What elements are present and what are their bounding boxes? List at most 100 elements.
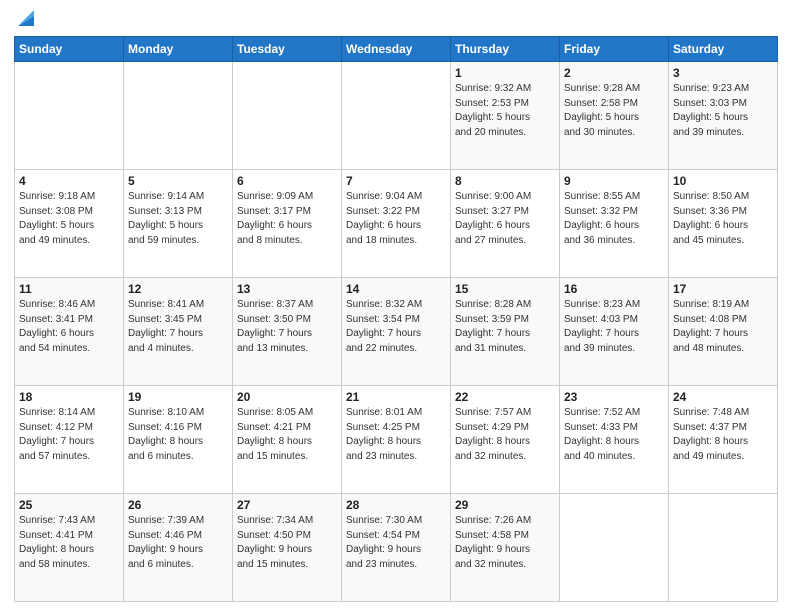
calendar-cell: 5 Sunrise: 9:14 AMSunset: 3:13 PMDaylight… bbox=[124, 170, 233, 278]
day-detail: Sunrise: 7:39 AMSunset: 4:46 PMDaylight:… bbox=[128, 514, 228, 572]
calendar-cell: 16 Sunrise: 8:23 AMSunset: 4:03 PMDayligh… bbox=[560, 278, 669, 386]
calendar-cell: 6 Sunrise: 9:09 AMSunset: 3:17 PMDaylight… bbox=[233, 170, 342, 278]
day-detail: Sunrise: 8:46 AMSunset: 3:41 PMDaylight:… bbox=[19, 298, 119, 356]
calendar-week-row: 18 Sunrise: 8:14 AMSunset: 4:12 PMDayligh… bbox=[15, 386, 778, 494]
calendar-cell bbox=[560, 494, 669, 602]
day-number: 13 bbox=[237, 282, 337, 296]
day-of-week-header: Sunday bbox=[15, 37, 124, 62]
day-of-week-header: Tuesday bbox=[233, 37, 342, 62]
calendar-cell: 20Sunrise: 8:05 AMSunset: 4:21 PMDayligh… bbox=[233, 386, 342, 494]
calendar-cell: 10Sunrise: 8:50 AMSunset: 3:36 PMDayligh… bbox=[669, 170, 778, 278]
day-detail: Sunrise: 7:52 AMSunset: 4:33 PMDaylight:… bbox=[564, 406, 664, 464]
calendar-cell: 3 Sunrise: 9:23 AMSunset: 3:03 PMDaylight… bbox=[669, 62, 778, 170]
day-number: 8 bbox=[455, 174, 555, 188]
calendar-body: 1 Sunrise: 9:32 AMSunset: 2:53 PMDaylight… bbox=[15, 62, 778, 602]
day-number: 7 bbox=[346, 174, 446, 188]
calendar-cell: 28 Sunrise: 7:30 AMSunset: 4:54 PMDayligh… bbox=[342, 494, 451, 602]
day-detail: Sunrise: 8:50 AMSunset: 3:36 PMDaylight:… bbox=[673, 190, 773, 248]
calendar-cell: 21 Sunrise: 8:01 AMSunset: 4:25 PMDayligh… bbox=[342, 386, 451, 494]
day-number: 1 bbox=[455, 66, 555, 80]
day-detail: Sunrise: 8:37 AMSunset: 3:50 PMDaylight:… bbox=[237, 298, 337, 356]
day-number: 5 bbox=[128, 174, 228, 188]
day-detail: Sunrise: 9:28 AMSunset: 2:58 PMDaylight:… bbox=[564, 82, 664, 140]
calendar-cell: 15Sunrise: 8:28 AMSunset: 3:59 PMDayligh… bbox=[451, 278, 560, 386]
calendar-week-row: 11 Sunrise: 8:46 AMSunset: 3:41 PMDayligh… bbox=[15, 278, 778, 386]
day-of-week-header: Friday bbox=[560, 37, 669, 62]
day-detail: Sunrise: 9:09 AMSunset: 3:17 PMDaylight:… bbox=[237, 190, 337, 248]
day-number: 24 bbox=[673, 390, 773, 404]
day-number: 26 bbox=[128, 498, 228, 512]
day-detail: Sunrise: 9:23 AMSunset: 3:03 PMDaylight:… bbox=[673, 82, 773, 140]
day-number: 2 bbox=[564, 66, 664, 80]
day-number: 6 bbox=[237, 174, 337, 188]
day-detail: Sunrise: 7:48 AMSunset: 4:37 PMDaylight:… bbox=[673, 406, 773, 464]
calendar-cell: 9 Sunrise: 8:55 AMSunset: 3:32 PMDaylight… bbox=[560, 170, 669, 278]
day-detail: Sunrise: 7:26 AMSunset: 4:58 PMDaylight:… bbox=[455, 514, 555, 572]
day-number: 28 bbox=[346, 498, 446, 512]
calendar-cell: 12 Sunrise: 8:41 AMSunset: 3:45 PMDayligh… bbox=[124, 278, 233, 386]
day-number: 16 bbox=[564, 282, 664, 296]
calendar-header: SundayMondayTuesdayWednesdayThursdayFrid… bbox=[15, 37, 778, 62]
calendar-cell: 13 Sunrise: 8:37 AMSunset: 3:50 PMDayligh… bbox=[233, 278, 342, 386]
page: SundayMondayTuesdayWednesdayThursdayFrid… bbox=[0, 0, 792, 612]
day-detail: Sunrise: 7:57 AMSunset: 4:29 PMDaylight:… bbox=[455, 406, 555, 464]
day-detail: Sunrise: 8:01 AMSunset: 4:25 PMDaylight:… bbox=[346, 406, 446, 464]
calendar-cell: 19 Sunrise: 8:10 AMSunset: 4:16 PMDayligh… bbox=[124, 386, 233, 494]
day-number: 11 bbox=[19, 282, 119, 296]
day-number: 17 bbox=[673, 282, 773, 296]
calendar-cell: 25Sunrise: 7:43 AMSunset: 4:41 PMDayligh… bbox=[15, 494, 124, 602]
day-detail: Sunrise: 8:23 AMSunset: 4:03 PMDaylight:… bbox=[564, 298, 664, 356]
calendar-week-row: 1 Sunrise: 9:32 AMSunset: 2:53 PMDaylight… bbox=[15, 62, 778, 170]
day-detail: Sunrise: 9:14 AMSunset: 3:13 PMDaylight:… bbox=[128, 190, 228, 248]
day-of-week-header: Saturday bbox=[669, 37, 778, 62]
day-number: 23 bbox=[564, 390, 664, 404]
calendar-cell: 27 Sunrise: 7:34 AMSunset: 4:50 PMDayligh… bbox=[233, 494, 342, 602]
calendar-week-row: 4Sunrise: 9:18 AMSunset: 3:08 PMDaylight… bbox=[15, 170, 778, 278]
calendar-cell bbox=[233, 62, 342, 170]
day-header-row: SundayMondayTuesdayWednesdayThursdayFrid… bbox=[15, 37, 778, 62]
calendar-cell: 22 Sunrise: 7:57 AMSunset: 4:29 PMDayligh… bbox=[451, 386, 560, 494]
day-number: 25 bbox=[19, 498, 119, 512]
day-detail: Sunrise: 8:10 AMSunset: 4:16 PMDaylight:… bbox=[128, 406, 228, 464]
day-detail: Sunrise: 8:41 AMSunset: 3:45 PMDaylight:… bbox=[128, 298, 228, 356]
calendar-cell: 4Sunrise: 9:18 AMSunset: 3:08 PMDaylight… bbox=[15, 170, 124, 278]
calendar-cell: 7 Sunrise: 9:04 AMSunset: 3:22 PMDaylight… bbox=[342, 170, 451, 278]
day-detail: Sunrise: 8:32 AMSunset: 3:54 PMDaylight:… bbox=[346, 298, 446, 356]
day-detail: Sunrise: 9:04 AMSunset: 3:22 PMDaylight:… bbox=[346, 190, 446, 248]
calendar-cell: 2 Sunrise: 9:28 AMSunset: 2:58 PMDaylight… bbox=[560, 62, 669, 170]
day-number: 4 bbox=[19, 174, 119, 188]
calendar-cell: 1 Sunrise: 9:32 AMSunset: 2:53 PMDaylight… bbox=[451, 62, 560, 170]
day-of-week-header: Thursday bbox=[451, 37, 560, 62]
calendar-cell: 8 Sunrise: 9:00 AMSunset: 3:27 PMDaylight… bbox=[451, 170, 560, 278]
calendar-cell: 14 Sunrise: 8:32 AMSunset: 3:54 PMDayligh… bbox=[342, 278, 451, 386]
calendar-table: SundayMondayTuesdayWednesdayThursdayFrid… bbox=[14, 36, 778, 602]
calendar-cell: 24 Sunrise: 7:48 AMSunset: 4:37 PMDayligh… bbox=[669, 386, 778, 494]
day-number: 27 bbox=[237, 498, 337, 512]
day-detail: Sunrise: 8:14 AMSunset: 4:12 PMDaylight:… bbox=[19, 406, 119, 464]
day-detail: Sunrise: 9:00 AMSunset: 3:27 PMDaylight:… bbox=[455, 190, 555, 248]
day-number: 21 bbox=[346, 390, 446, 404]
day-number: 19 bbox=[128, 390, 228, 404]
logo-icon bbox=[16, 8, 36, 28]
day-number: 9 bbox=[564, 174, 664, 188]
day-detail: Sunrise: 7:30 AMSunset: 4:54 PMDaylight:… bbox=[346, 514, 446, 572]
day-of-week-header: Wednesday bbox=[342, 37, 451, 62]
logo bbox=[14, 14, 36, 28]
calendar-cell bbox=[342, 62, 451, 170]
calendar-cell bbox=[15, 62, 124, 170]
calendar-cell: 17Sunrise: 8:19 AMSunset: 4:08 PMDayligh… bbox=[669, 278, 778, 386]
day-number: 14 bbox=[346, 282, 446, 296]
day-number: 12 bbox=[128, 282, 228, 296]
day-detail: Sunrise: 9:32 AMSunset: 2:53 PMDaylight:… bbox=[455, 82, 555, 140]
day-detail: Sunrise: 8:55 AMSunset: 3:32 PMDaylight:… bbox=[564, 190, 664, 248]
calendar-cell: 26 Sunrise: 7:39 AMSunset: 4:46 PMDayligh… bbox=[124, 494, 233, 602]
calendar-cell: 11 Sunrise: 8:46 AMSunset: 3:41 PMDayligh… bbox=[15, 278, 124, 386]
day-number: 3 bbox=[673, 66, 773, 80]
day-detail: Sunrise: 7:34 AMSunset: 4:50 PMDaylight:… bbox=[237, 514, 337, 572]
day-number: 18 bbox=[19, 390, 119, 404]
day-number: 22 bbox=[455, 390, 555, 404]
calendar-cell: 29 Sunrise: 7:26 AMSunset: 4:58 PMDayligh… bbox=[451, 494, 560, 602]
day-detail: Sunrise: 8:28 AMSunset: 3:59 PMDaylight:… bbox=[455, 298, 555, 356]
day-number: 29 bbox=[455, 498, 555, 512]
calendar-cell bbox=[124, 62, 233, 170]
